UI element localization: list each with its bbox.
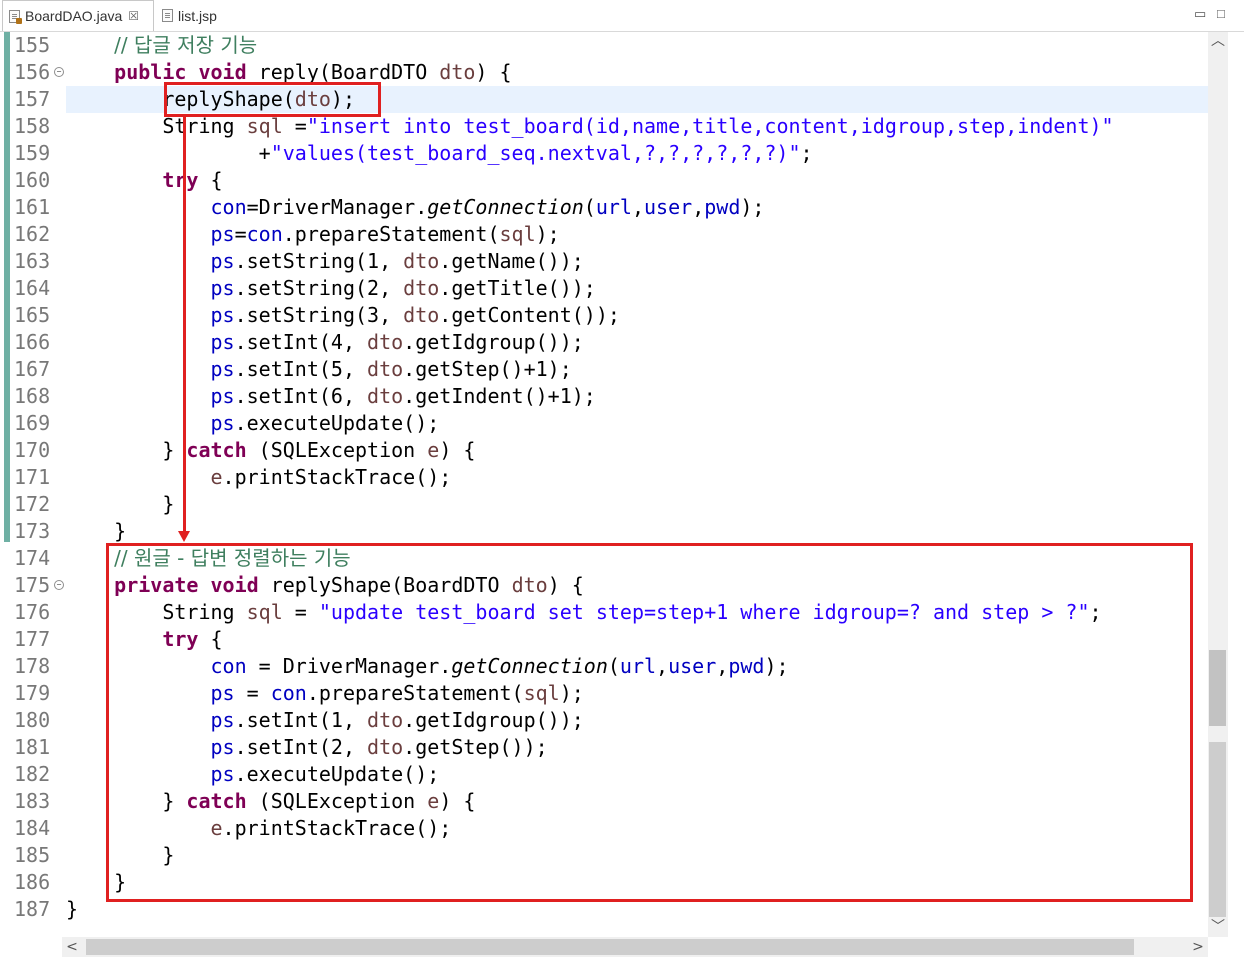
line-number: 160 — [14, 168, 51, 192]
code-line[interactable]: replyShape(dto); — [66, 86, 1208, 113]
horizontal-scrollbar[interactable]: < > — [62, 937, 1208, 957]
fold-toggle-icon[interactable]: − — [54, 580, 64, 590]
tab-label: BoardDAO.java — [25, 8, 123, 24]
line-number: 185 — [14, 843, 51, 867]
line-number: 164 — [14, 276, 51, 300]
close-tab-icon[interactable]: ☒ — [128, 9, 139, 23]
code-line[interactable]: } — [66, 518, 1208, 545]
horizontal-scrollbar-thumb[interactable] — [86, 939, 1134, 955]
line-number: 176 — [14, 600, 51, 624]
code-line[interactable]: } — [66, 896, 1208, 923]
line-number: 171 — [14, 465, 51, 489]
code-line[interactable]: } catch (SQLException e) { — [66, 437, 1208, 464]
maximize-icon[interactable]: □ — [1217, 6, 1225, 21]
line-number: 168 — [14, 384, 51, 408]
editor-tab-bar: BoardDAO.java ☒ list.jsp ▭ □ — [0, 0, 1244, 32]
jsp-file-icon — [162, 9, 173, 22]
minimize-icon[interactable]: ▭ — [1194, 6, 1206, 22]
code-line[interactable]: String sql = "update test_board set step… — [66, 599, 1208, 626]
line-number: 181 — [14, 735, 51, 759]
line-number: 162 — [14, 222, 51, 246]
code-line[interactable]: public void reply(BoardDTO dto) { — [66, 59, 1208, 86]
code-line[interactable]: e.printStackTrace(); — [66, 815, 1208, 842]
scroll-down-icon[interactable]: ﹀ — [1208, 918, 1228, 936]
line-number: 184 — [14, 816, 51, 840]
line-number: 165 — [14, 303, 51, 327]
scroll-up-icon[interactable]: ︿ — [1208, 32, 1228, 50]
code-line[interactable]: ps.setInt(2, dto.getStep()); — [66, 734, 1208, 761]
line-number: 170 — [14, 438, 51, 462]
line-number: 161 — [14, 195, 51, 219]
line-number: 175− — [14, 572, 64, 599]
line-number: 172 — [14, 492, 51, 516]
line-number: 157 — [14, 87, 51, 111]
scrollbar-track-region[interactable] — [1209, 742, 1226, 917]
scroll-left-icon[interactable]: < — [62, 937, 82, 957]
line-number: 174 — [14, 546, 51, 570]
code-line[interactable]: } catch (SQLException e) { — [66, 788, 1208, 815]
line-number: 166 — [14, 330, 51, 354]
fold-toggle-icon[interactable]: − — [54, 67, 64, 77]
tab-list-jsp[interactable]: list.jsp — [156, 0, 226, 31]
annotation-arrow-line — [183, 117, 186, 531]
code-line[interactable]: private void replyShape(BoardDTO dto) { — [66, 572, 1208, 599]
line-number-gutter: 155 156−157 158 159 160 161 162 163 164 165 166 167… — [14, 32, 64, 923]
change-ruler — [4, 32, 10, 542]
code-line[interactable]: e.printStackTrace(); — [66, 464, 1208, 491]
line-number: 159 — [14, 141, 51, 165]
code-line[interactable]: con=DriverManager.getConnection(url,user… — [66, 194, 1208, 221]
code-line[interactable]: ps.setString(1, dto.getName()); — [66, 248, 1208, 275]
code-line[interactable]: ps.setString(3, dto.getContent()); — [66, 302, 1208, 329]
code-line[interactable]: ps.setInt(6, dto.getIndent()+1); — [66, 383, 1208, 410]
code-line[interactable]: } — [66, 869, 1208, 896]
java-file-icon — [9, 9, 22, 24]
code-line[interactable]: ps.setString(2, dto.getTitle()); — [66, 275, 1208, 302]
code-line[interactable]: ps.executeUpdate(); — [66, 410, 1208, 437]
line-number: 179 — [14, 681, 51, 705]
code-line[interactable]: con = DriverManager.getConnection(url,us… — [66, 653, 1208, 680]
line-number: 167 — [14, 357, 51, 381]
code-line[interactable]: ps.setInt(5, dto.getStep()+1); — [66, 356, 1208, 383]
line-number: 163 — [14, 249, 51, 273]
line-number: 177 — [14, 627, 51, 651]
line-number: 180 — [14, 708, 51, 732]
vertical-scrollbar[interactable]: ︿ ﹀ — [1208, 32, 1228, 937]
code-line[interactable]: ps.executeUpdate(); — [66, 761, 1208, 788]
code-line[interactable]: try { — [66, 626, 1208, 653]
code-line[interactable]: ps.setInt(4, dto.getIdgroup()); — [66, 329, 1208, 356]
line-number: 187 — [14, 897, 51, 921]
tab-label: list.jsp — [178, 7, 217, 24]
change-ruler-blank — [4, 542, 10, 937]
line-number: 158 — [14, 114, 51, 138]
code-line[interactable]: } — [66, 491, 1208, 518]
scrollbar-thumb[interactable] — [1209, 650, 1226, 726]
code-line[interactable]: ps = con.prepareStatement(sql); — [66, 680, 1208, 707]
line-number: 186 — [14, 870, 51, 894]
line-number: 183 — [14, 789, 51, 813]
code-line[interactable]: try { — [66, 167, 1208, 194]
code-area[interactable]: // 답글 저장 기능 public void reply(BoardDTO d… — [66, 32, 1208, 923]
overview-ruler — [1228, 32, 1244, 937]
line-number: 155 — [14, 33, 51, 57]
line-number: 173 — [14, 519, 51, 543]
line-number: 178 — [14, 654, 51, 678]
line-number: 156− — [14, 59, 64, 86]
code-line[interactable]: String sql ="insert into test_board(id,n… — [66, 113, 1208, 140]
line-number: 169 — [14, 411, 51, 435]
code-line[interactable]: ps=con.prepareStatement(sql); — [66, 221, 1208, 248]
tab-boarddao-java[interactable]: BoardDAO.java ☒ — [2, 0, 154, 31]
code-line[interactable]: // 답글 저장 기능 — [66, 32, 1208, 59]
code-line[interactable]: } — [66, 842, 1208, 869]
annotation-arrow-head — [178, 531, 190, 542]
code-line[interactable]: ps.setInt(1, dto.getIdgroup()); — [66, 707, 1208, 734]
code-line[interactable]: // 원글 - 답변 정렬하는 기능 — [66, 545, 1208, 572]
line-number: 182 — [14, 762, 51, 786]
code-line[interactable]: +"values(test_board_seq.nextval,?,?,?,?,… — [66, 140, 1208, 167]
code-editor[interactable]: 155 156−157 158 159 160 161 162 163 164 165 166 167… — [0, 32, 1208, 937]
scroll-right-icon[interactable]: > — [1188, 937, 1208, 957]
